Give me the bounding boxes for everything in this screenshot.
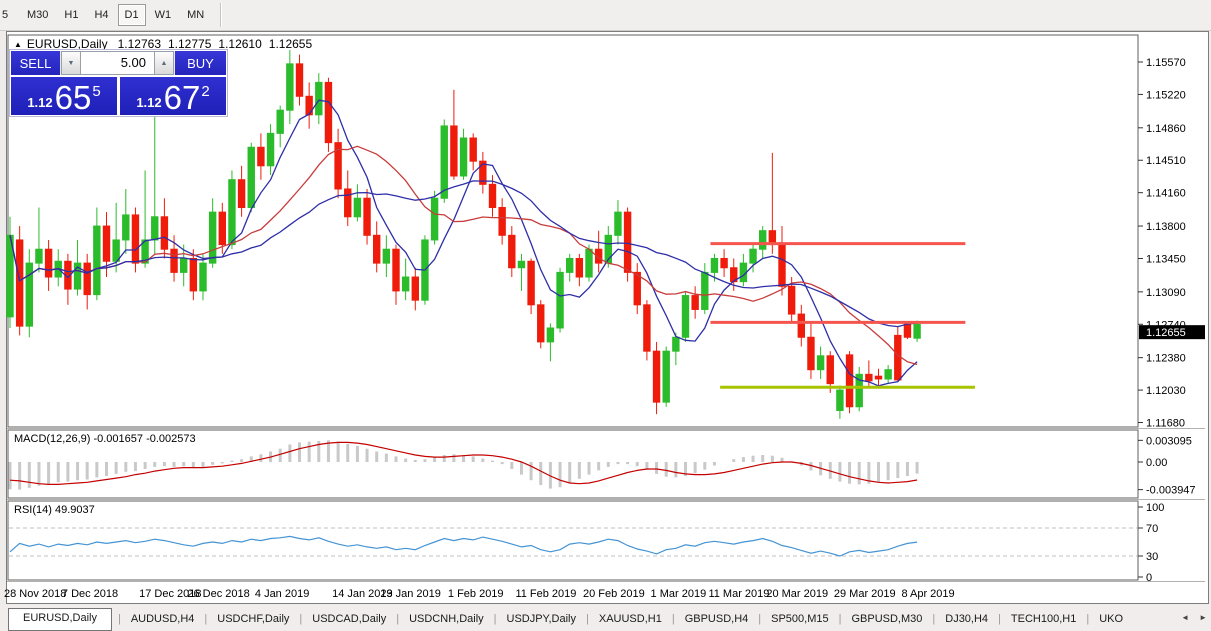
tab-scroll-left-icon[interactable]: ◄ [1181, 613, 1189, 622]
svg-text:30: 30 [1146, 551, 1158, 563]
chart-tab-xauusd-h1[interactable]: XAUUSD,H1 [589, 609, 672, 631]
tab-scroll-right-icon[interactable]: ► [1199, 613, 1207, 622]
chart-tab-tech100-h1[interactable]: TECH100,H1 [1001, 609, 1086, 631]
svg-text:1.11680: 1.11680 [1146, 418, 1185, 430]
chart-tab-uko[interactable]: UKO [1089, 609, 1133, 631]
chart-tab-usdcad-daily[interactable]: USDCAD,Daily [302, 609, 396, 631]
chart-tabbar: EURUSD,Daily | AUDUSD,H4 | USDCHF,Daily | USDC… [0, 605, 1211, 631]
one-click-trade-panel: SELL ▼ 5.00 ▲ BUY 1.12 65 5 1.12 67 2 [9, 49, 228, 117]
svg-text:1.12030: 1.12030 [1146, 385, 1186, 397]
macd-label: MACD(12,26,9) -0.001657 -0.002573 [14, 433, 196, 445]
svg-text:1.14860: 1.14860 [1146, 123, 1186, 135]
svg-text:11 Feb 2019: 11 Feb 2019 [515, 588, 576, 600]
svg-text:20 Feb 2019: 20 Feb 2019 [583, 588, 645, 600]
svg-text:11 Mar 2019: 11 Mar 2019 [708, 588, 769, 600]
svg-text:20 Mar 2019: 20 Mar 2019 [766, 588, 828, 600]
svg-text:1.13090: 1.13090 [1146, 287, 1186, 299]
buy-price-big: 67 [163, 79, 201, 116]
chart-tab-gbpusd-m30[interactable]: GBPUSD,M30 [841, 609, 932, 631]
svg-text:7 Dec 2018: 7 Dec 2018 [62, 588, 118, 600]
chart-tab-dj30-h4[interactable]: DJ30,H4 [935, 609, 998, 631]
volume-input[interactable]: 5.00 [81, 51, 154, 75]
volume-decrease-button[interactable]: ▼ [61, 51, 81, 75]
collapse-triangle-icon[interactable]: ▲ [14, 40, 22, 49]
sell-button[interactable]: SELL [11, 51, 61, 75]
close-value: 1.12655 [268, 37, 313, 51]
tab-scroll-controls: ◄ ► [1181, 613, 1207, 622]
svg-text:1.15220: 1.15220 [1146, 89, 1186, 101]
chart-tab-eurusd-daily[interactable]: EURUSD,Daily [8, 608, 112, 631]
svg-text:26 Dec 2018: 26 Dec 2018 [187, 588, 249, 600]
buy-price-sup: 2 [201, 83, 210, 100]
chart-tab-sp500-m15[interactable]: SP500,M15 [761, 609, 838, 631]
svg-text:4 Jan 2019: 4 Jan 2019 [255, 588, 309, 600]
sell-price-button[interactable]: 1.12 65 5 [11, 77, 117, 115]
svg-text:1.15570: 1.15570 [1146, 57, 1186, 69]
svg-text:29 Mar 2019: 29 Mar 2019 [834, 588, 896, 600]
svg-text:1.12655: 1.12655 [1146, 327, 1186, 339]
chart-tab-usdcnh-daily[interactable]: USDCNH,Daily [399, 609, 494, 631]
volume-increase-button[interactable]: ▲ [154, 51, 174, 75]
svg-text:70: 70 [1146, 523, 1158, 535]
sell-price-prefix: 1.12 [27, 95, 53, 110]
trading-app: 5 M30 H1 H4 D1 W1 MN 1.15570 1.15220 1.14860 1.14… [0, 0, 1211, 631]
rsi-label: RSI(14) 49.9037 [14, 504, 95, 516]
sell-price-sup: 5 [92, 83, 101, 100]
sell-price-big: 65 [54, 79, 92, 116]
svg-text:23 Jan 2019: 23 Jan 2019 [380, 588, 441, 600]
svg-text:1.14510: 1.14510 [1146, 155, 1186, 167]
chart-tab-gbpusd-h4[interactable]: GBPUSD,H4 [675, 609, 759, 631]
svg-text:1.13800: 1.13800 [1146, 221, 1186, 233]
svg-text:0: 0 [1146, 572, 1152, 584]
chart-tab-usdjpy-daily[interactable]: USDJPY,Daily [497, 609, 587, 631]
svg-text:1.12380: 1.12380 [1146, 353, 1186, 365]
svg-text:1 Feb 2019: 1 Feb 2019 [448, 588, 504, 600]
chart-tab-audusd-h4[interactable]: AUDUSD,H4 [121, 609, 205, 631]
buy-price-prefix: 1.12 [136, 95, 162, 110]
svg-text:8 Apr 2019: 8 Apr 2019 [901, 588, 954, 600]
chart-tab-usdchf-daily[interactable]: USDCHF,Daily [207, 609, 299, 631]
buy-button[interactable]: BUY [174, 51, 226, 75]
svg-text:-0.003947: -0.003947 [1146, 485, 1196, 497]
svg-text:28 Nov 2018: 28 Nov 2018 [4, 588, 66, 600]
svg-text:1.14160: 1.14160 [1146, 188, 1186, 200]
buy-price-button[interactable]: 1.12 67 2 [120, 77, 226, 115]
svg-text:1.13450: 1.13450 [1146, 253, 1186, 265]
svg-text:0.003095: 0.003095 [1146, 435, 1192, 447]
svg-text:0.00: 0.00 [1146, 457, 1167, 469]
svg-text:1 Mar 2019: 1 Mar 2019 [651, 588, 707, 600]
svg-text:100: 100 [1146, 502, 1164, 514]
